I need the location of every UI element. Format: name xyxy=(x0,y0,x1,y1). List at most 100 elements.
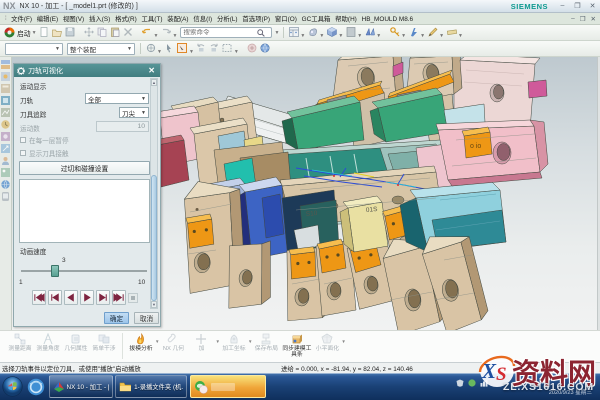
tool-layout[interactable]: 保存布局 xyxy=(254,332,278,352)
menu-5[interactable]: 工具(T) xyxy=(139,16,165,23)
dropdown-icon[interactable]: ▼ xyxy=(157,49,162,55)
new-file-icon[interactable] xyxy=(39,26,50,37)
dialog-close-icon[interactable]: ✕ xyxy=(148,66,155,75)
copy-icon[interactable] xyxy=(97,26,108,37)
cursor-icon[interactable] xyxy=(164,42,175,53)
save-icon[interactable] xyxy=(65,26,76,37)
overflow-arrow-icon[interactable]: ▼ xyxy=(215,339,219,344)
start-menu-label[interactable]: 启动 xyxy=(17,28,31,38)
manufacturing-wizard-icon[interactable] xyxy=(1,144,10,153)
tool-geometry-prop[interactable]: 几何属性 xyxy=(64,332,88,352)
dropdown-icon[interactable]: ▼ xyxy=(319,33,324,39)
menu-2[interactable]: 视图(V) xyxy=(61,16,87,23)
bolt-icon[interactable] xyxy=(408,26,419,37)
toolpath-combo[interactable]: 全部▼ xyxy=(85,93,149,104)
internet-icon[interactable] xyxy=(1,180,10,189)
mdi-restore-button[interactable]: ❐ xyxy=(580,15,586,23)
rotate-left-icon[interactable] xyxy=(196,42,207,53)
motion-count-input[interactable]: 10 xyxy=(96,121,149,132)
reuse-library-icon[interactable] xyxy=(1,96,10,105)
dropdown-icon[interactable]: ▼ xyxy=(189,49,194,55)
dropdown-icon[interactable]: ▼ xyxy=(458,33,463,39)
dialog-scrollbar[interactable]: ▲ ▼ xyxy=(150,78,158,309)
tray-leaf-icon[interactable] xyxy=(468,379,476,387)
tool-clip[interactable]: NX 几何 xyxy=(161,332,185,352)
show-tool-contact-checkbox[interactable]: 显示刀具接触 xyxy=(20,148,69,158)
command-search-box[interactable] xyxy=(180,27,272,38)
mdi-minimize-button[interactable]: – xyxy=(571,15,575,23)
stop-button[interactable] xyxy=(128,293,138,303)
dropdown-icon[interactable]: ▼ xyxy=(420,33,425,39)
menu-7[interactable]: 信息(I) xyxy=(191,16,215,23)
dashed-rect-icon[interactable] xyxy=(222,42,233,53)
tray-shield-icon[interactable] xyxy=(456,379,464,387)
tool-sync-model[interactable]: 同步建模工 具条 xyxy=(282,332,311,359)
tool-interference[interactable]: 简单干涉 xyxy=(92,332,116,352)
tool-csys[interactable]: 加工坐标 xyxy=(222,332,246,352)
start-dropdown-icon[interactable]: ▼ xyxy=(32,30,37,36)
menu-6[interactable]: 装配(A) xyxy=(165,16,191,23)
start-orb[interactable] xyxy=(2,376,23,397)
search-dropdown-icon[interactable]: ▼ xyxy=(274,30,279,36)
search-input[interactable] xyxy=(183,29,257,36)
step-forward-button[interactable] xyxy=(96,290,110,305)
select-rect-active-icon[interactable] xyxy=(177,42,188,53)
open-folder-icon[interactable] xyxy=(52,26,63,37)
dropdown-icon[interactable]: ▼ xyxy=(234,49,239,55)
snap-circle-icon[interactable] xyxy=(145,42,156,53)
menu-11[interactable]: GC工具箱 xyxy=(299,16,333,23)
menu-9[interactable]: 首选项(P) xyxy=(240,16,272,23)
forward-end-button[interactable] xyxy=(112,290,126,305)
view-cube-icon[interactable] xyxy=(326,26,337,37)
menu-13[interactable]: HB_MOULD M8.6 xyxy=(359,16,415,23)
undo-icon[interactable] xyxy=(142,26,153,37)
step-back-button[interactable] xyxy=(48,290,62,305)
tool-measure-distance[interactable]: 测量距离 xyxy=(8,332,32,352)
delete-x-icon[interactable] xyxy=(123,26,134,37)
play-back-button[interactable] xyxy=(64,290,78,305)
taskbar-folder-task[interactable]: 1-录播文件夹 (机... xyxy=(115,375,187,398)
taskbar-nx-task[interactable]: NX 10 - 加工 - [... xyxy=(49,375,113,398)
roles-icon[interactable] xyxy=(1,156,10,165)
rose-circle-icon[interactable] xyxy=(247,42,258,53)
move-cross-icon[interactable] xyxy=(84,26,95,37)
overflow-arrow-icon[interactable]: ▼ xyxy=(341,339,345,344)
dropdown-icon[interactable]: ▼ xyxy=(376,33,381,39)
dialog-title-bar[interactable]: 刀轨可视化 ✕ xyxy=(14,64,160,77)
ruler-icon[interactable] xyxy=(446,26,457,37)
dropdown-icon[interactable]: ▼ xyxy=(357,33,362,39)
cancel-button[interactable]: 取消 xyxy=(134,312,159,324)
tool-facet[interactable]: 小平面化 xyxy=(315,332,339,352)
restore-button[interactable]: ❐ xyxy=(573,2,582,10)
tool-tracking-combo[interactable]: 刀尖▼ xyxy=(119,107,149,118)
dropdown-icon[interactable]: ▼ xyxy=(300,33,305,39)
rotate-right-icon[interactable] xyxy=(209,42,220,53)
scrollbar-thumb[interactable] xyxy=(151,175,157,301)
selection-scope-combo[interactable]: 整个装配▼ xyxy=(67,43,135,55)
minimize-button[interactable]: – xyxy=(558,2,567,10)
menu-4[interactable]: 格式(R) xyxy=(113,16,139,23)
dropdown-icon[interactable]: ▼ xyxy=(439,33,444,39)
overflow-arrow-icon[interactable]: ▼ xyxy=(155,339,159,344)
taskbar-alert-task[interactable] xyxy=(190,375,266,398)
touch-icon[interactable] xyxy=(1,192,10,201)
mdi-close-button[interactable]: ✕ xyxy=(591,15,596,23)
browser-icon[interactable] xyxy=(27,378,45,396)
toolpath-event-list[interactable] xyxy=(19,179,150,243)
window-grid-icon[interactable] xyxy=(288,26,299,37)
speed-slider-handle[interactable] xyxy=(51,265,59,277)
menu-8[interactable]: 分析(L) xyxy=(215,16,240,23)
tool-measure-angle[interactable]: 测量角度 xyxy=(36,332,60,352)
tool-plus[interactable]: 加 xyxy=(189,332,213,352)
tray-network-icon[interactable] xyxy=(480,379,488,387)
scroll-up-icon[interactable]: ▲ xyxy=(151,79,157,86)
part-navigator-icon[interactable] xyxy=(1,84,10,93)
paste-icon[interactable] xyxy=(110,26,121,37)
close-button[interactable]: ✕ xyxy=(588,2,597,10)
play-forward-button[interactable] xyxy=(80,290,94,305)
assembly-navigator-icon[interactable] xyxy=(1,60,10,69)
pencil-icon[interactable] xyxy=(427,26,438,37)
pause-each-level-checkbox[interactable]: 在每一层暂停 xyxy=(20,135,69,145)
menu-0[interactable]: 文件(F) xyxy=(9,16,35,23)
dropdown-icon[interactable]: ▼ xyxy=(401,33,406,39)
